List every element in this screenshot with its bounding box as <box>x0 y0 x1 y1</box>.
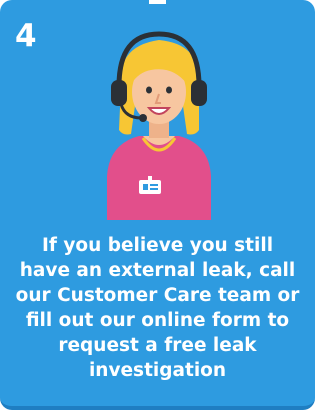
card-top-tab <box>149 0 166 4</box>
customer-service-agent-icon <box>107 31 211 220</box>
step-number: 4 <box>15 18 37 54</box>
step-card: 4 If you believe you still have an exter… <box>0 0 315 410</box>
step-description: If you believe you still have an externa… <box>15 235 300 381</box>
